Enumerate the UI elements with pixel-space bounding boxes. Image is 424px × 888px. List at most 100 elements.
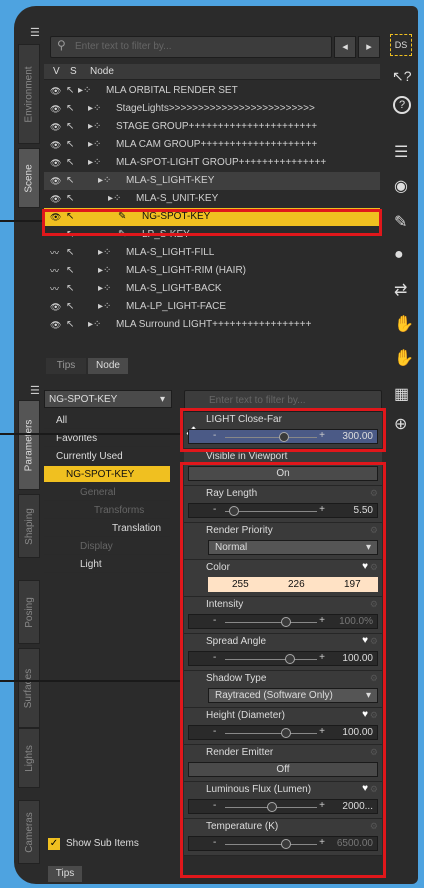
param-render-priority[interactable]: Render Priority ⚙ Normal ▾ <box>184 523 382 560</box>
visibility-eye-icon[interactable]: 👁 <box>50 118 61 136</box>
tab-tips-params[interactable]: Tips <box>48 866 82 882</box>
render-emitter-toggle[interactable]: Off <box>188 762 378 777</box>
param-light-close-far[interactable]: LIGHT Close-Far ✥ -+300.00 <box>184 412 382 449</box>
selectable-arrow-icon[interactable]: ↖ <box>66 82 74 100</box>
tab-tips-scene[interactable]: Tips <box>46 358 86 374</box>
scene-tree-row[interactable]: 👁 ↖ ▸⁘ STAGE GROUP++++++++++++++++++++++ <box>44 118 380 136</box>
scene-tree-row[interactable]: 👁 ↖ ▸⁘ MLA-SPOT-LIGHT GROUP+++++++++++++++ <box>44 154 380 172</box>
scene-tree-row[interactable]: 〰 ↖ ▸⁘ MLA-S_LIGHT-RIM (HAIR) <box>44 262 380 280</box>
param-ray-length[interactable]: Ray Length ⚙ - +5.50 <box>184 486 382 523</box>
category-currently-used[interactable]: Currently Used <box>44 448 170 465</box>
tab-surfaces[interactable]: Surfaces <box>18 648 40 728</box>
visibility-eye-icon[interactable]: 〰 <box>50 226 59 244</box>
visibility-eye-icon[interactable]: 〰 <box>50 262 59 280</box>
panel-menu-icon[interactable]: ☰ <box>30 26 42 39</box>
selectable-arrow-icon[interactable]: ↖ <box>66 172 74 190</box>
param-luminous-flux[interactable]: Luminous Flux (Lumen) ♥ ⚙ - +2000... <box>184 782 382 819</box>
scene-tree-row[interactable]: 👁 ↖ ▸⁘ MLA-S_LIGHT-KEY <box>44 172 380 190</box>
visibility-eye-icon[interactable]: 👁 <box>50 100 61 118</box>
scene-tree-row[interactable]: 👁 ↖ ▸⁘ MLA ORBITAL RENDER SET <box>44 82 380 100</box>
scene-tree-row[interactable]: 〰 ↖ ▸⁘ MLA-S_LIGHT-FILL <box>44 244 380 262</box>
ds-button[interactable]: DS <box>390 34 412 56</box>
selectable-arrow-icon[interactable]: ↖ <box>66 100 74 118</box>
scene-tree-row[interactable]: 👁 ↖ ▸⁘ MLA-S_UNIT-KEY <box>44 190 380 208</box>
category-all[interactable]: All <box>44 412 170 429</box>
selectable-arrow-icon[interactable]: ↖ <box>66 226 74 244</box>
visibility-eye-icon[interactable]: 👁 <box>50 208 61 226</box>
search-next-button[interactable]: ▸ <box>358 36 380 58</box>
scene-tree-row[interactable]: 〰 ↖ ▸⁘ MLA-S_LIGHT-BACK <box>44 280 380 298</box>
visibility-eye-icon[interactable]: 👁 <box>50 298 61 316</box>
search-prev-button[interactable]: ◂ <box>334 36 356 58</box>
category-node[interactable]: NG-SPOT-KEY <box>44 466 170 483</box>
visibility-eye-icon[interactable]: 👁 <box>50 136 61 154</box>
param-shadow-type[interactable]: Shadow Type ⚙ Raytraced (Software Only) ▾ <box>184 671 382 708</box>
scene-node-label: MLA-S_LIGHT-BACK <box>126 283 222 294</box>
render-priority-dropdown[interactable]: Normal ▾ <box>208 540 378 555</box>
selectable-arrow-icon[interactable]: ↖ <box>66 316 74 334</box>
tab-environment[interactable]: Environment <box>18 44 40 144</box>
visibility-eye-icon[interactable]: 👁 <box>50 316 61 334</box>
selectable-arrow-icon[interactable]: ↖ <box>66 154 74 172</box>
param-render-emitter[interactable]: Render Emitter ⚙ Off <box>184 745 382 782</box>
node-select-dropdown[interactable]: NG-SPOT-KEY ▾ <box>44 390 172 408</box>
scene-tree-row[interactable]: 👁 ↖ ▸⁘ StageLights>>>>>>>>>>>>>>>>>>>>>>>>> <box>44 100 380 118</box>
selectable-arrow-icon[interactable]: ↖ <box>66 280 74 298</box>
selectable-arrow-icon[interactable]: ↖ <box>66 118 74 136</box>
pose-tool-2-icon[interactable]: ✋ <box>394 348 414 368</box>
scene-tree-row[interactable]: 〰 ↖ ✎ LP_S-KEY <box>44 226 380 244</box>
tab-lights[interactable]: Lights <box>18 728 40 788</box>
category-general[interactable]: General <box>44 484 170 501</box>
tab-shaping[interactable]: Shaping <box>18 494 40 558</box>
selectable-arrow-icon[interactable]: ↖ <box>66 208 74 226</box>
visibility-eye-icon[interactable]: 👁 <box>50 172 61 190</box>
param-color[interactable]: Color ♥ ⚙ 255 226 197 <box>184 560 382 597</box>
param-intensity[interactable]: Intensity ⚙ - +100.0% <box>184 597 382 634</box>
panel-menu-icon-lower[interactable]: ☰ <box>30 384 40 397</box>
pose-tool-icon[interactable]: ✋ <box>394 314 414 334</box>
shadow-type-dropdown[interactable]: Raytraced (Software Only) ▾ <box>208 688 378 703</box>
param-height[interactable]: Height (Diameter) ♥ ⚙ - +100.00 <box>184 708 382 745</box>
param-temperature[interactable]: Temperature (K) ⚙ - +6500.00 <box>184 819 382 856</box>
visibility-eye-icon[interactable]: 〰 <box>50 244 59 262</box>
scene-tree-row[interactable]: 👁 ↖ ▸⁘ MLA CAM GROUP++++++++++++++++++++ <box>44 136 380 154</box>
color-swatch[interactable]: 255 226 197 <box>208 577 378 592</box>
category-display[interactable]: Display <box>44 538 170 555</box>
param-visible-viewport[interactable]: Visible in Viewport On <box>184 449 382 486</box>
category-translation[interactable]: Translation <box>44 520 170 537</box>
scene-node-label: NG-SPOT-KEY <box>142 211 211 222</box>
scene-search-input[interactable]: Enter text to filter by... <box>50 36 332 58</box>
list-icon[interactable]: ☰ <box>394 142 408 162</box>
category-light[interactable]: Light <box>44 556 170 573</box>
show-sub-items-checkbox[interactable]: ✓ <box>48 838 60 850</box>
selectable-arrow-icon[interactable]: ↖ <box>66 262 74 280</box>
visibility-eye-icon[interactable]: 〰 <box>50 280 59 298</box>
scene-tree-row[interactable]: 👁 ↖ ▸⁘ MLA Surround LIGHT+++++++++++++++++ <box>44 316 380 334</box>
selectable-arrow-icon[interactable]: ↖ <box>66 190 74 208</box>
scene-tree-row[interactable]: 👁 ↖ ▸⁘ MLA-LP_LIGHT-FACE <box>44 298 380 316</box>
selectable-arrow-icon[interactable]: ↖ <box>66 136 74 154</box>
light-point-icon[interactable]: ● <box>394 246 404 264</box>
spotlight-tool-icon[interactable]: ✎ <box>394 212 407 232</box>
target-icon[interactable]: ◉ <box>394 176 408 196</box>
param-spread-angle[interactable]: Spread Angle ♥ ⚙ - +100.00 <box>184 634 382 671</box>
tab-node[interactable]: Node <box>88 358 128 374</box>
selectable-arrow-icon[interactable]: ↖ <box>66 244 74 262</box>
scene-tree-row[interactable]: 👁 ↖ ✎ NG-SPOT-KEY <box>44 208 380 226</box>
tab-scene[interactable]: Scene <box>18 148 40 208</box>
tab-posing[interactable]: Posing <box>18 580 40 644</box>
params-search-input[interactable]: Enter text to filter by... <box>184 390 382 412</box>
visibility-eye-icon[interactable]: 👁 <box>50 82 61 100</box>
category-transforms[interactable]: Transforms <box>44 502 170 519</box>
pointer-help-icon[interactable]: ↖? <box>392 68 412 85</box>
selectable-arrow-icon[interactable]: ↖ <box>66 298 74 316</box>
node-tool-icon[interactable]: ⇄ <box>394 280 407 300</box>
tab-cameras[interactable]: Cameras <box>18 800 40 864</box>
visibility-eye-icon[interactable]: 👁 <box>50 154 61 172</box>
grid-icon[interactable]: ▦ <box>394 384 409 404</box>
tab-parameters[interactable]: Parameters <box>18 400 40 490</box>
help-icon[interactable]: ? <box>393 96 411 114</box>
visible-toggle[interactable]: On <box>188 466 378 481</box>
globe-icon[interactable]: ⊕ <box>394 414 407 434</box>
visibility-eye-icon[interactable]: 👁 <box>50 190 61 208</box>
